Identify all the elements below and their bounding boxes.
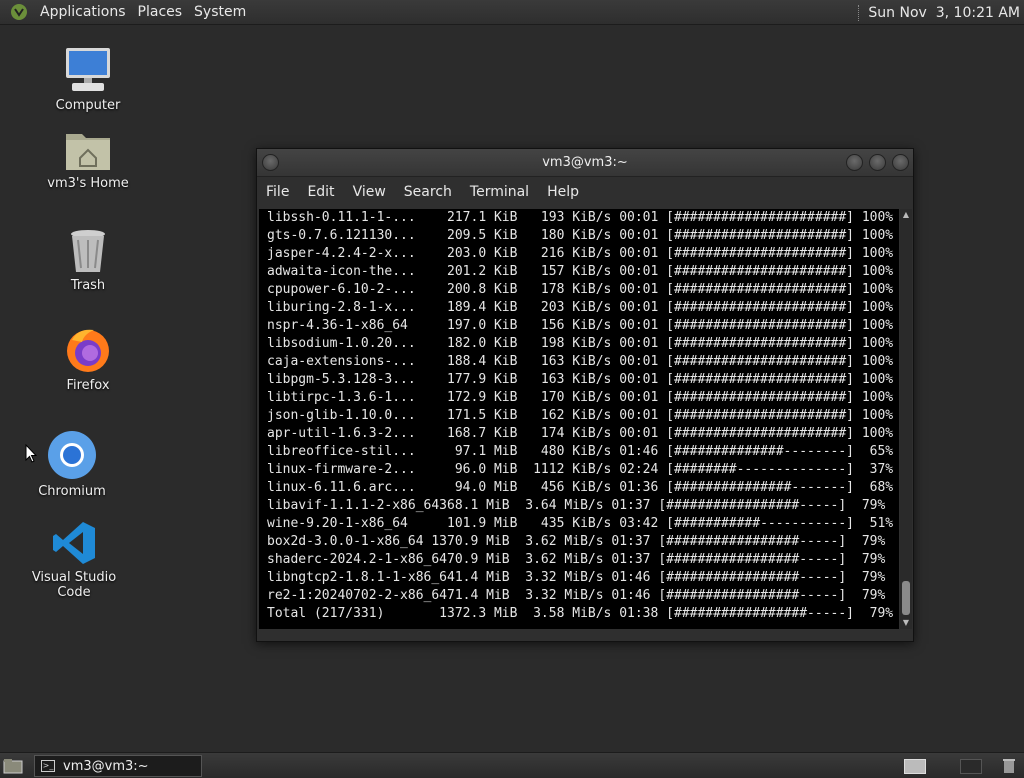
terminal-line: adwaita-icon-the... 201.2 KiB 157 KiB/s … bbox=[267, 264, 894, 279]
terminal-line: linux-6.11.6.arc... 94.0 MiB 456 KiB/s 0… bbox=[267, 480, 894, 495]
terminal-line: json-glib-1.10.0... 171.5 KiB 162 KiB/s … bbox=[267, 408, 894, 423]
panel-separator bbox=[858, 4, 860, 21]
terminal-line: libtirpc-1.3.6-1... 172.9 KiB 170 KiB/s … bbox=[267, 390, 894, 405]
menu-file[interactable]: File bbox=[257, 184, 298, 200]
terminal-line: apr-util-1.6.3-2... 168.7 KiB 174 KiB/s … bbox=[267, 426, 894, 441]
taskbar-window-label: vm3@vm3:~ bbox=[63, 758, 149, 774]
terminal-line: Total (217/331) 1372.3 MiB 3.58 MiB/s 01… bbox=[267, 606, 894, 621]
terminal-line: linux-firmware-2... 96.0 MiB 1112 KiB/s … bbox=[267, 462, 894, 477]
places-menu[interactable]: Places bbox=[132, 4, 189, 20]
minimize-button[interactable] bbox=[846, 154, 863, 171]
terminal-line: cpupower-6.10-2-... 200.8 KiB 178 KiB/s … bbox=[267, 282, 894, 297]
scroll-down-arrow-icon[interactable]: ▼ bbox=[900, 617, 912, 629]
close-button[interactable] bbox=[892, 154, 909, 171]
desktop-icon-trash[interactable]: Trash bbox=[28, 228, 148, 293]
terminal-line: libngtcp2-1.8.1-1-x86_641.4 MiB 3.32 MiB… bbox=[267, 570, 886, 585]
desktop-icon-home[interactable]: vm3's Home bbox=[28, 128, 148, 191]
desktop-icon-computer[interactable]: Computer bbox=[28, 46, 148, 113]
scroll-up-arrow-icon[interactable]: ▲ bbox=[900, 209, 912, 221]
show-desktop-icon[interactable] bbox=[3, 758, 23, 774]
terminal-menubar: File Edit View Search Terminal Help bbox=[257, 177, 913, 207]
trash-icon bbox=[71, 230, 105, 272]
panel-trash-icon[interactable] bbox=[1002, 758, 1016, 774]
taskbar-window-button[interactable]: >_ vm3@vm3:~ bbox=[34, 755, 202, 777]
desktop-icon-vscode[interactable]: Visual Studio Code bbox=[14, 520, 134, 600]
home-folder-icon bbox=[66, 134, 110, 170]
desktop-icon-label: Trash bbox=[70, 278, 106, 293]
desktop-icon-firefox[interactable]: Firefox bbox=[28, 326, 148, 393]
terminal-line: libpgm-5.3.128-3... 177.9 KiB 163 KiB/s … bbox=[267, 372, 894, 387]
scrollbar-thumb[interactable] bbox=[902, 581, 910, 615]
terminal-line: jasper-4.2.4-2-x... 203.0 KiB 216 KiB/s … bbox=[267, 246, 894, 261]
desktop-icon-label: vm3's Home bbox=[47, 176, 129, 191]
menu-edit[interactable]: Edit bbox=[298, 184, 343, 200]
terminal-line: box2d-3.0.0-1-x86_64 1370.9 MiB 3.62 MiB… bbox=[267, 534, 886, 549]
chromium-icon bbox=[48, 431, 96, 479]
vscode-icon bbox=[53, 522, 95, 564]
terminal-line: libsodium-1.0.20... 182.0 KiB 198 KiB/s … bbox=[267, 336, 894, 351]
bottom-panel: >_ vm3@vm3:~ bbox=[0, 752, 1024, 778]
terminal-line: nspr-4.36-1-x86_64 197.0 KiB 156 KiB/s 0… bbox=[267, 318, 894, 333]
mouse-cursor-icon bbox=[25, 444, 37, 463]
desktop-icon-label: Chromium bbox=[38, 484, 106, 499]
desktop-icon-label: Computer bbox=[55, 98, 121, 113]
clock[interactable]: Sun Nov 3, 10:21 AM bbox=[868, 5, 1020, 21]
terminal-line: libavif-1.1.1-2-x86_64368.1 MiB 3.64 MiB… bbox=[267, 498, 886, 513]
terminal-line: re2-1:20240702-2-x86_6471.4 MiB 3.32 MiB… bbox=[267, 588, 886, 603]
terminal-window[interactable]: vm3@vm3:~ File Edit View Search Terminal… bbox=[256, 148, 914, 642]
menu-view[interactable]: View bbox=[344, 184, 395, 200]
terminal-output[interactable]: libssh-0.11.1-1-... 217.1 KiB 193 KiB/s … bbox=[259, 209, 899, 629]
terminal-scrollbar[interactable]: ▲ ▼ bbox=[900, 209, 912, 629]
desktop-icon-label: Firefox bbox=[66, 378, 110, 393]
desktop-icon-label: Visual Studio Code bbox=[31, 570, 117, 600]
window-titlebar[interactable]: vm3@vm3:~ bbox=[257, 149, 913, 177]
menu-help[interactable]: Help bbox=[538, 184, 588, 200]
window-title: vm3@vm3:~ bbox=[542, 155, 628, 170]
terminal-icon: >_ bbox=[41, 760, 55, 772]
menu-terminal[interactable]: Terminal bbox=[461, 184, 538, 200]
window-menu-button[interactable] bbox=[262, 154, 279, 171]
terminal-line: wine-9.20-1-x86_64 101.9 MiB 435 KiB/s 0… bbox=[267, 516, 894, 531]
maximize-button[interactable] bbox=[869, 154, 886, 171]
workspace-1[interactable] bbox=[904, 759, 926, 774]
desktop-icon-chromium[interactable]: Chromium bbox=[12, 430, 132, 499]
mate-logo-icon[interactable] bbox=[8, 1, 30, 23]
top-panel: Applications Places System Sun Nov 3, 10… bbox=[0, 0, 1024, 25]
terminal-line: libssh-0.11.1-1-... 217.1 KiB 193 KiB/s … bbox=[267, 210, 894, 225]
workspace-2[interactable] bbox=[960, 759, 982, 774]
menu-search[interactable]: Search bbox=[395, 184, 461, 200]
terminal-line: caja-extensions-... 188.4 KiB 163 KiB/s … bbox=[267, 354, 894, 369]
terminal-line: gts-0.7.6.121130... 209.5 KiB 180 KiB/s … bbox=[267, 228, 894, 243]
system-menu[interactable]: System bbox=[188, 4, 252, 20]
terminal-line: liburing-2.8-1-x... 189.4 KiB 203 KiB/s … bbox=[267, 300, 894, 315]
terminal-line: shaderc-2024.2-1-x86_6470.9 MiB 3.62 MiB… bbox=[267, 552, 886, 567]
terminal-line: libreoffice-stil... 97.1 MiB 480 KiB/s 0… bbox=[267, 444, 894, 459]
computer-icon bbox=[66, 48, 110, 91]
applications-menu[interactable]: Applications bbox=[34, 4, 132, 20]
firefox-icon bbox=[67, 329, 109, 372]
